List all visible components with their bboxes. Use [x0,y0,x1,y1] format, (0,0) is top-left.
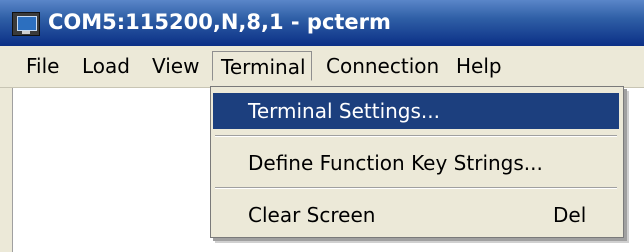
menu-terminal[interactable]: Terminal [212,51,312,81]
menu-view[interactable]: View [152,51,199,81]
menu-file[interactable]: File [26,51,59,81]
menu-load[interactable]: Load [82,51,130,81]
menu-separator [215,135,617,137]
menu-bar: File Load View Terminal Connection Help [0,46,644,88]
menu-item-shortcut: Del [553,203,587,227]
terminal-icon-screen [17,16,37,31]
menu-connection[interactable]: Connection [326,51,439,81]
menu-item-label: Terminal Settings... [248,99,440,123]
window-title: COM5:115200,N,8,1 - pcterm [48,10,391,34]
menu-separator [215,187,617,189]
terminal-icon[interactable] [12,12,40,36]
terminal-menu-dropdown: Terminal Settings... Define Function Key… [210,86,624,238]
menu-item-clear-screen[interactable]: Clear Screen Del [213,197,619,233]
title-bar[interactable]: COM5:115200,N,8,1 - pcterm [0,0,644,46]
menu-item-label: Clear Screen [248,203,376,227]
terminal-icon-stand [22,31,30,34]
menu-item-terminal-settings[interactable]: Terminal Settings... [213,93,619,129]
window-left-frame [0,88,12,252]
app-window: COM5:115200,N,8,1 - pcterm File Load Vie… [0,0,644,252]
menu-item-define-function-keys[interactable]: Define Function Key Strings... [213,145,619,181]
menu-help[interactable]: Help [456,51,502,81]
menu-item-label: Define Function Key Strings... [248,151,543,175]
